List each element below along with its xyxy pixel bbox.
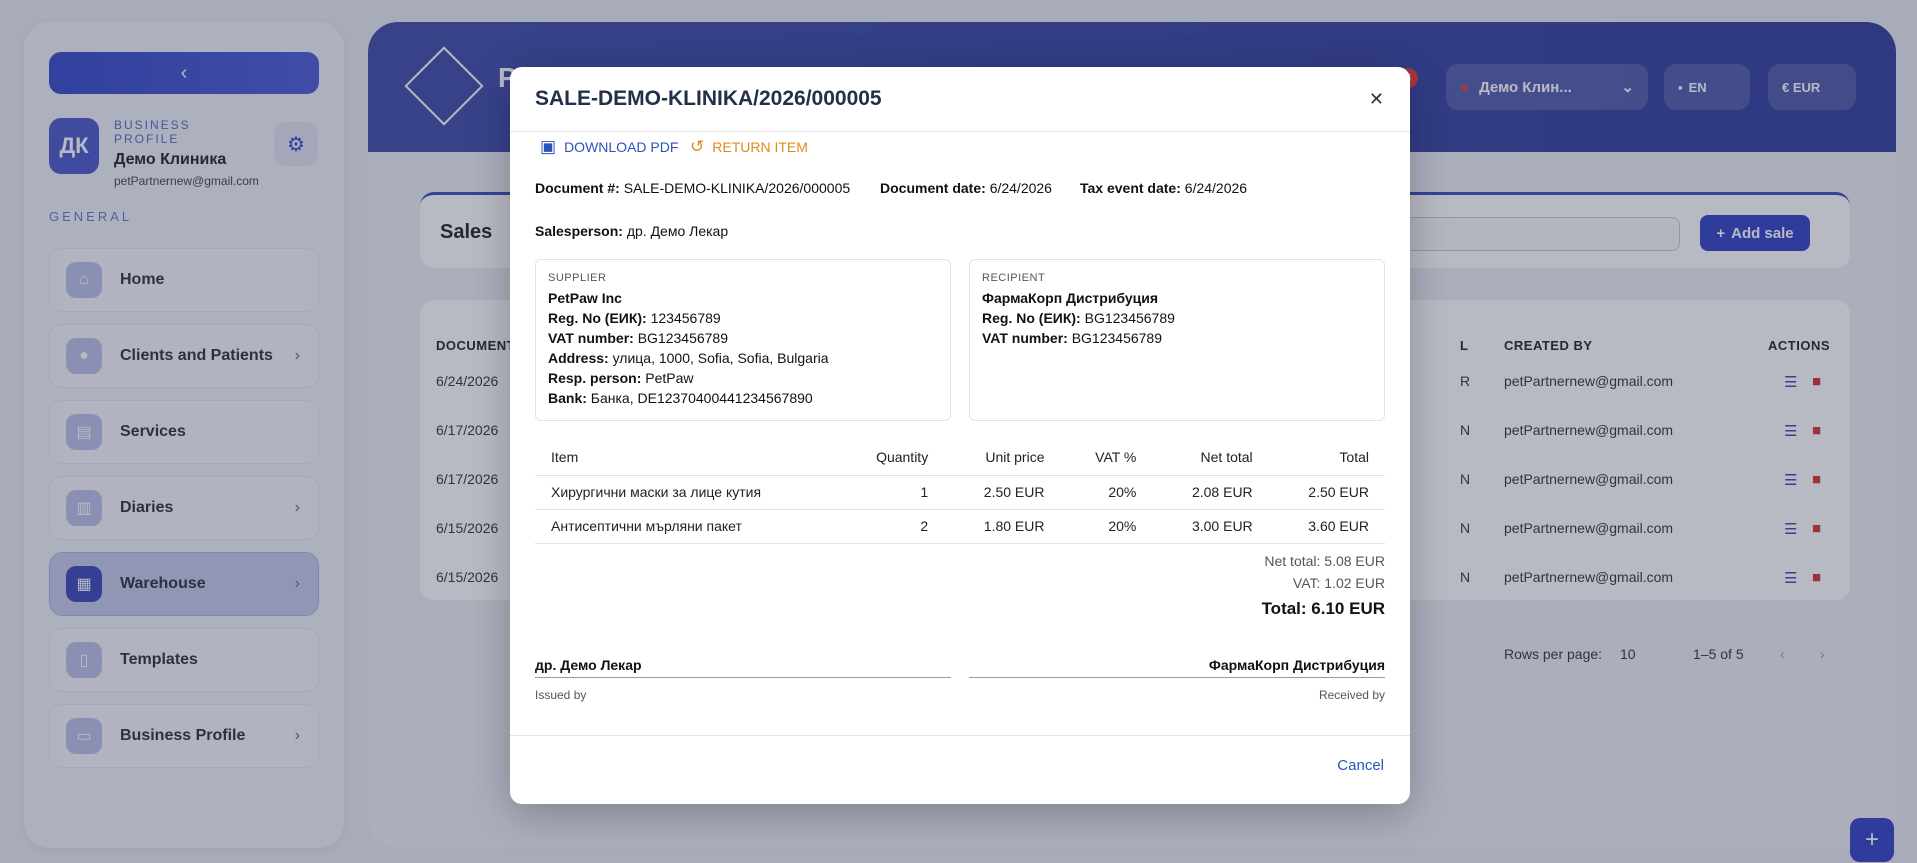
issued-by-label: Issued by <box>535 688 587 702</box>
field-value: BG123456789 <box>1071 330 1163 346</box>
recipient-caption: RECIPIENT <box>982 272 1046 284</box>
field-value: 123456789 <box>650 310 721 326</box>
item-quantity: 2 <box>838 509 945 544</box>
recipient-name: ФармаКорп Дистрибуция <box>982 290 1159 306</box>
supplier-reg: Reg. No (ЕИК): 123456789 <box>548 308 938 328</box>
pdf-file-icon: ▣ <box>540 137 557 156</box>
document-date-label: Document date: <box>880 180 986 196</box>
field-value: BG123456789 <box>1084 310 1175 326</box>
dialog-title: SALE-DEMO-KLINIKA/2026/000005 <box>535 87 882 110</box>
items-header-row: Item Quantity Unit price VAT % Net total… <box>535 437 1385 476</box>
item-unit-price: 1.80 EUR <box>944 509 1061 544</box>
net-total: Net total: 5.08 EUR <box>1264 553 1385 569</box>
close-icon[interactable]: ✕ <box>1369 89 1384 110</box>
item-total: 3.60 EUR <box>1268 509 1385 544</box>
grand-total: Total: 6.10 EUR <box>1261 599 1385 618</box>
undo-icon: ↺ <box>690 137 705 156</box>
field-label: VAT number: <box>982 330 1068 346</box>
received-by-label: Received by <box>1318 688 1385 702</box>
item-name: Хирургични маски за лице кутия <box>535 475 839 510</box>
item-total: 2.50 EUR <box>1268 475 1385 510</box>
recipient-reg: Reg. No (ЕИК): BG123456789 <box>982 308 1372 328</box>
item-vat: 20% <box>1060 475 1153 510</box>
supplier-bank: Bank: Банка, DE12370400441234567890 <box>548 388 938 408</box>
document-number-label: Document #: <box>535 180 620 196</box>
supplier-card: SUPPLIER PetPaw Inc Reg. No (ЕИК): 12345… <box>535 259 951 421</box>
field-value: BG123456789 <box>637 330 729 346</box>
return-item-label: RETURN ITEM <box>712 139 808 155</box>
cancel-button[interactable]: Cancel <box>1337 757 1384 774</box>
column-header-total: Total <box>1268 437 1385 476</box>
document-number-value: SALE-DEMO-KLINIKA/2026/000005 <box>623 180 851 196</box>
column-header-item: Item <box>535 437 839 476</box>
field-label: Resp. person: <box>548 370 642 386</box>
tax-date-value: 6/24/2026 <box>1184 180 1248 196</box>
item-net-total: 3.00 EUR <box>1152 509 1269 544</box>
salesperson-value: др. Демо Лекар <box>626 223 729 239</box>
field-value: Банка, DE12370400441234567890 <box>590 390 813 406</box>
supplier-address: Address: улица, 1000, Sofia, Sofia, Bulg… <box>548 348 938 368</box>
supplier-name: PetPaw Inc <box>548 290 622 306</box>
column-header-vat: VAT % <box>1060 437 1153 476</box>
column-header-net-total: Net total <box>1152 437 1269 476</box>
item-name: Антисептични мърляни пакет <box>535 509 839 544</box>
field-label: Reg. No (ЕИК): <box>548 310 647 326</box>
field-label: Bank: <box>548 390 587 406</box>
received-by-signature: ФармаКорп Дистрибуция Received by <box>969 657 1385 702</box>
supplier-vat: VAT number: BG123456789 <box>548 328 938 348</box>
column-header-unit-price: Unit price <box>944 437 1061 476</box>
issued-by-signature: др. Демо Лекар Issued by <box>535 657 951 702</box>
dialog-footer <box>510 735 1410 736</box>
supplier-caption: SUPPLIER <box>548 272 607 284</box>
field-value: PetPaw <box>645 370 694 386</box>
salesperson: Salesperson: др. Демо Лекар <box>535 223 728 239</box>
table-row: Хирургични маски за лице кутия 1 2.50 EU… <box>535 475 1385 510</box>
item-net-total: 2.08 EUR <box>1152 475 1269 510</box>
document-number: Document #: SALE-DEMO-KLINIKA/2026/00000… <box>535 180 850 196</box>
issued-by-name: др. Демо Лекар <box>535 657 951 678</box>
supplier-resp-person: Resp. person: PetPaw <box>548 368 938 388</box>
recipient-vat: VAT number: BG123456789 <box>982 328 1372 348</box>
item-unit-price: 2.50 EUR <box>944 475 1061 510</box>
field-label: Reg. No (ЕИК): <box>982 310 1081 326</box>
field-label: Address: <box>548 350 609 366</box>
salesperson-label: Salesperson: <box>535 223 623 239</box>
received-by-name: ФармаКорп Дистрибуция <box>969 657 1385 678</box>
column-header-quantity: Quantity <box>838 437 945 476</box>
vat-total: VAT: 1.02 EUR <box>1292 575 1385 591</box>
dialog-header: SALE-DEMO-KLINIKA/2026/000005 ✕ <box>510 67 1410 132</box>
items-table: Item Quantity Unit price VAT % Net total… <box>535 437 1385 544</box>
download-pdf-label: DOWNLOAD PDF <box>564 139 679 155</box>
field-label: VAT number: <box>548 330 634 346</box>
document-date-value: 6/24/2026 <box>989 180 1052 196</box>
table-row: Антисептични мърляни пакет 2 1.80 EUR 20… <box>535 509 1385 544</box>
recipient-card: RECIPIENT ФармаКорп Дистрибуция Reg. No … <box>969 259 1385 421</box>
return-item-button[interactable]: ↺ RETURN ITEM <box>690 137 808 157</box>
tax-event-date: Tax event date: 6/24/2026 <box>1080 180 1247 196</box>
item-vat: 20% <box>1060 509 1153 544</box>
sale-details-dialog: SALE-DEMO-KLINIKA/2026/000005 ✕ ▣ DOWNLO… <box>510 67 1410 804</box>
field-value: улица, 1000, Sofia, Sofia, Bulgaria <box>612 350 829 366</box>
tax-date-label: Tax event date: <box>1080 180 1181 196</box>
document-date: Document date: 6/24/2026 <box>880 180 1052 196</box>
download-pdf-button[interactable]: ▣ DOWNLOAD PDF <box>540 137 678 157</box>
item-quantity: 1 <box>838 475 945 510</box>
